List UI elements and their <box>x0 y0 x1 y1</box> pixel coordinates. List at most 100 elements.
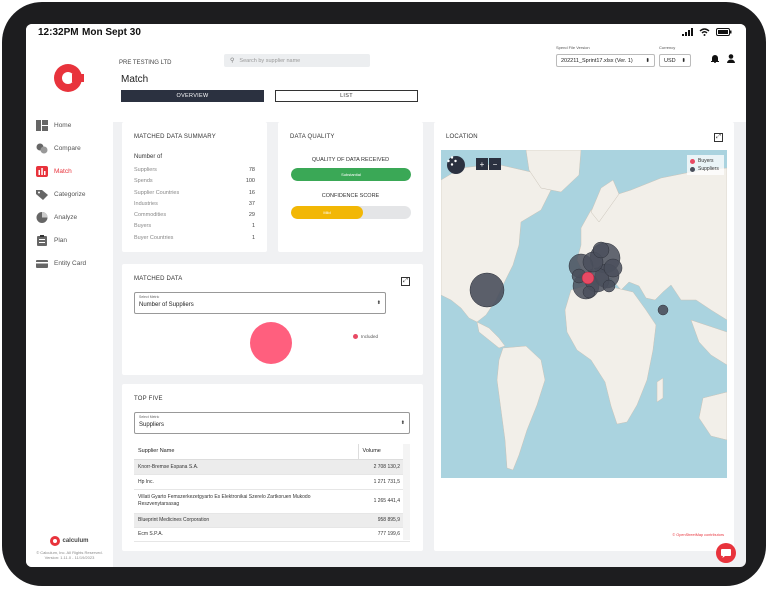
land-madagascar <box>656 377 664 403</box>
sidebar-footer: calculum © Calculum, Inc. All Rights Res… <box>26 535 113 561</box>
confidence-score-bar: Mild <box>291 206 411 219</box>
chevron-updown-icon: ⬍ <box>376 300 381 306</box>
legend-item-suppliers: Suppliers <box>690 165 721 173</box>
home-icon <box>36 120 48 132</box>
chat-button[interactable] <box>716 543 736 563</box>
chevron-updown-icon: ⬍ <box>400 420 405 426</box>
supplier-map[interactable]: + − Buyers Suppliers <box>441 150 727 478</box>
summary-label: Suppliers <box>134 167 157 173</box>
table-row[interactable]: Ecm S.P.A. 777 199,6 <box>134 527 410 542</box>
table-row[interactable]: Villati Gyarto Femszerkezetgyarto Es Ele… <box>134 489 410 514</box>
supplier-marker-europe[interactable] <box>603 258 623 278</box>
tablet-frame: 12:32PM Mon Sept 30 Home Compare Match C… <box>2 2 766 586</box>
sidebar-item-label: Analyze <box>54 214 78 221</box>
sidebar-item-label: Entity Card <box>54 260 87 267</box>
sidebar-nav: Home Compare Match Categorize Analyze Pl… <box>26 114 113 275</box>
matched-metric-select[interactable]: Select Metric Number of Suppliers ⬍ <box>134 292 386 314</box>
footer-logo-text: calculum <box>62 537 89 544</box>
categorize-icon <box>36 189 48 201</box>
summary-value: 16 <box>248 189 255 196</box>
summary-value: 1 <box>251 234 255 241</box>
expand-icon[interactable]: ⤢ <box>401 277 410 286</box>
legend-dot <box>690 166 695 172</box>
status-date: Mon Sept 30 <box>82 27 141 38</box>
summary-label: Supplier Countries <box>134 189 180 196</box>
supplier-marker-europe[interactable] <box>592 241 610 259</box>
sidebar-item-entity-card[interactable]: Entity Card <box>26 252 113 275</box>
card-title: LOCATION <box>446 134 478 140</box>
matched-legend: Included <box>353 334 378 339</box>
status-time: 12:32PM <box>38 27 79 38</box>
table-row[interactable]: Blueprint Medicines Corporation 958 895,… <box>134 513 410 528</box>
wifi-icon <box>699 28 710 36</box>
zoom-in-button[interactable]: + <box>476 158 488 170</box>
sidebar-item-label: Match <box>54 168 72 175</box>
tab-list[interactable]: LIST <box>275 90 418 102</box>
legend-label: Buyers <box>698 158 714 164</box>
column-header-supplier-name[interactable]: Supplier Name <box>134 444 358 460</box>
search-icon: ⚲ <box>230 58 235 64</box>
table-header-row: Supplier Name Volume <box>134 444 410 460</box>
sidebar-item-home[interactable]: Home <box>26 114 113 137</box>
analyze-icon <box>36 212 48 224</box>
summary-row: Buyers 1 <box>134 223 255 234</box>
tab-overview[interactable]: OVERVIEW <box>121 90 264 102</box>
summary-row: Suppliers 78 <box>134 167 255 178</box>
calculum-logo-icon <box>50 535 61 546</box>
chevron-updown-icon: ⬍ <box>681 57 686 64</box>
sidebar-item-plan[interactable]: Plan <box>26 229 113 252</box>
land-africa <box>564 283 657 425</box>
expand-icon[interactable]: ⤢ <box>714 133 723 142</box>
chevron-updown-icon: ⬍ <box>645 57 650 64</box>
confidence-score-label: CONFIDENCE SCORE <box>321 193 380 199</box>
sidebar-item-label: Home <box>54 122 72 129</box>
sidebar-item-match[interactable]: Match <box>26 160 113 183</box>
legend-label: Included <box>361 334 379 339</box>
card-title: TOP FIVE <box>134 396 163 402</box>
table-scrollbar[interactable] <box>403 444 410 540</box>
status-bar: 12:32PM Mon Sept 30 <box>26 24 746 42</box>
card-title: MATCHED DATA <box>134 276 183 282</box>
matched-bubble[interactable] <box>250 322 292 364</box>
sidebar-item-label: Plan <box>54 237 68 244</box>
sidebar-item-compare[interactable]: Compare <box>26 137 113 160</box>
currency-select[interactable]: USD ⬍ <box>659 54 691 67</box>
map-attribution[interactable]: © OpenStreetMap contributors <box>672 533 724 537</box>
spend-file-select[interactable]: 202211_Sprint17.xlsx (Ver. 1) ⬍ <box>556 54 655 67</box>
summary-label: Spends <box>134 178 153 185</box>
header: PRE TESTING LTD Match ⚲ Search by suppli… <box>113 42 746 122</box>
sidebar-item-categorize[interactable]: Categorize <box>26 183 113 206</box>
confidence-score-fill: Mild <box>291 206 363 219</box>
quality-received-bar: Substantial <box>291 168 411 181</box>
table-row[interactable]: Knorr-Bremse Espana S.A. 2 708 130,2 <box>134 459 410 475</box>
buyer-marker[interactable] <box>581 271 595 285</box>
sidebar-item-label: Compare <box>54 145 81 152</box>
calculum-logo[interactable] <box>54 64 84 92</box>
supplier-marker-europe[interactable] <box>582 285 596 299</box>
sidebar-item-analyze[interactable]: Analyze <box>26 206 113 229</box>
select-value: Suppliers <box>139 422 165 428</box>
battery-icon <box>716 28 732 36</box>
notifications-bell-icon[interactable] <box>711 54 719 65</box>
sidebar-item-label: Categorize <box>54 191 86 198</box>
footer-logo: calculum <box>26 535 113 546</box>
legend-dot <box>353 334 358 339</box>
summary-list: Suppliers 78 Spends 100 Supplier Countries… <box>134 167 255 246</box>
land-southeast-asia <box>690 319 727 366</box>
card-title: MATCHED DATA SUMMARY <box>134 134 216 140</box>
supplier-marker-usa[interactable] <box>469 272 505 308</box>
summary-label: Industries <box>134 200 158 207</box>
supplier-marker-europe[interactable] <box>602 279 616 293</box>
select-label: Select Metric <box>139 295 160 299</box>
search-input[interactable]: ⚲ Search by supplier name <box>224 54 370 67</box>
matched-data-card: MATCHED DATA ⤢ Select Metric Number of S… <box>122 264 423 375</box>
supplier-marker-middle-east[interactable] <box>657 304 669 316</box>
zoom-out-button[interactable]: − <box>489 158 501 170</box>
user-account-icon[interactable] <box>727 54 735 65</box>
top-five-metric-select[interactable]: Select Metric Suppliers ⬍ <box>134 412 410 434</box>
land-australia <box>698 391 727 441</box>
world-map <box>441 150 727 471</box>
table-row[interactable]: Hp Inc. 1 271 731,5 <box>134 474 410 490</box>
pan-control-icon[interactable] <box>447 156 465 174</box>
quality-received-fill: Substantial <box>291 168 411 181</box>
